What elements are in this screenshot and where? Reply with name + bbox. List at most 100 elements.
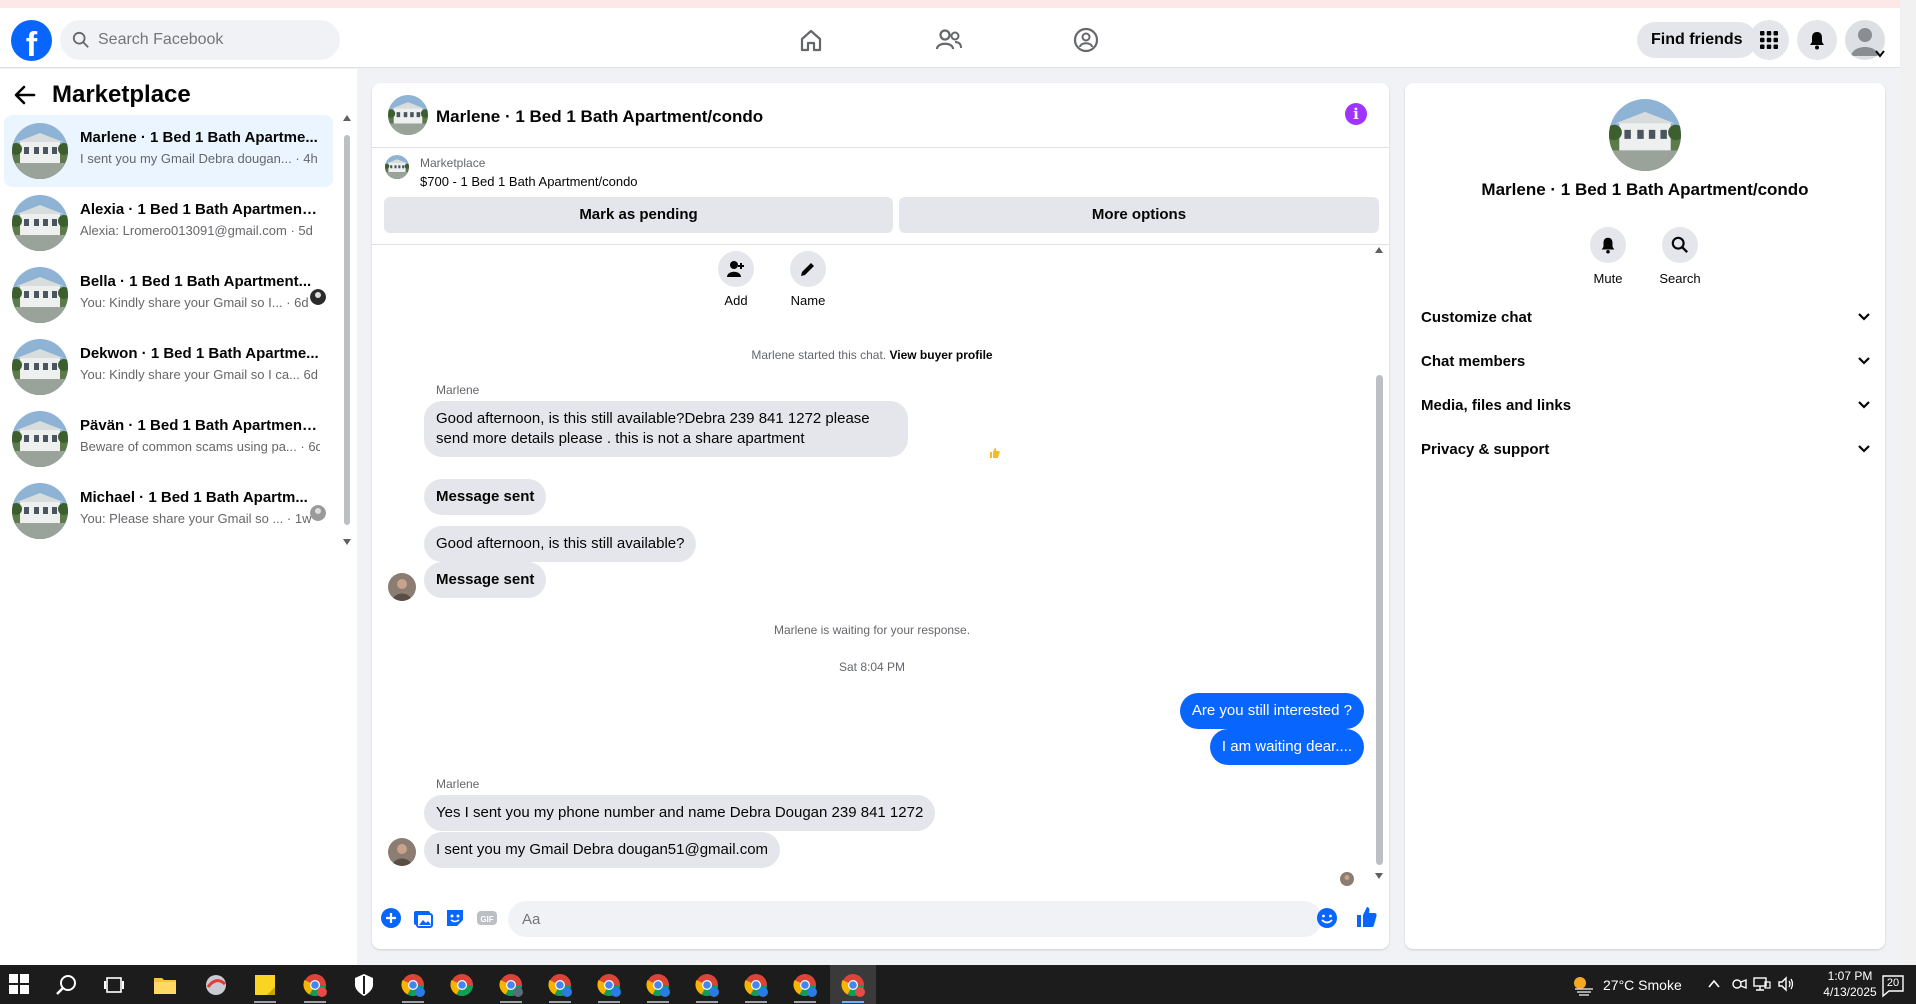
sidebar-scrollbar[interactable] [342, 115, 352, 545]
scroll-down-icon[interactable] [1375, 873, 1383, 879]
scroll-up-icon[interactable] [343, 115, 351, 121]
conversation-time: · 4h [295, 151, 318, 166]
weather-text[interactable]: 27°C Smoke [1603, 965, 1682, 1004]
chrome-profile-icon[interactable] [792, 972, 818, 998]
conversation-item[interactable]: Alexia · 1 Bed 1 Bath Apartment/... Alexi… [4, 187, 333, 259]
chrome-profile-icon[interactable] [694, 972, 720, 998]
add-people-action[interactable]: Add [706, 251, 766, 308]
outgoing-message[interactable]: Are you still interested ? [1179, 693, 1364, 729]
privacy-support-section[interactable]: Privacy & support [1421, 431, 1871, 467]
incoming-message[interactable]: Good afternoon, is this still available? [424, 526, 697, 562]
chat-scrollbar[interactable] [1372, 245, 1386, 881]
name-chat-action[interactable]: Name [778, 251, 838, 308]
conversation-item[interactable]: Michael · 1 Bed 1 Bath Apartm... You: Ple… [4, 475, 333, 547]
listing-detail[interactable]: $700 - 1 Bed 1 Bath Apartment/condo [420, 174, 638, 189]
gif-icon[interactable]: GIF [476, 907, 498, 929]
thumbs-up-icon[interactable] [1355, 905, 1379, 929]
emoji-icon[interactable] [1316, 907, 1338, 929]
conversation-time: · 6d [300, 439, 320, 454]
chrome-active-icon[interactable] [840, 972, 866, 998]
message-input[interactable] [522, 910, 1222, 928]
plus-circle-icon[interactable] [380, 907, 402, 929]
chrome-icon[interactable] [449, 972, 475, 998]
photo-icon[interactable] [412, 907, 434, 929]
mute-action[interactable]: Mute [1573, 227, 1643, 286]
back-arrow-icon[interactable] [14, 84, 36, 106]
add-person-icon [727, 261, 744, 277]
conversation-name: Pävän · 1 Bed 1 Bath Apartment/... [80, 417, 320, 434]
pencil-icon [801, 263, 814, 276]
scroll-down-icon[interactable] [343, 539, 351, 545]
chevron-up-icon[interactable] [1708, 979, 1720, 989]
message-sent-notice[interactable]: Message sent [424, 562, 547, 598]
customize-chat-section[interactable]: Customize chat [1421, 299, 1871, 335]
marlene-avatar[interactable] [388, 573, 416, 601]
notifications-center[interactable]: 20 [1880, 972, 1906, 998]
conversation-item[interactable]: Marlene · 1 Bed 1 Bath Apartme... I sent … [4, 115, 333, 187]
network-icon[interactable] [1753, 976, 1771, 992]
listing-thumbnail[interactable] [388, 95, 428, 135]
menu-button[interactable] [1749, 20, 1789, 60]
home-icon[interactable] [796, 25, 826, 55]
sticker-icon[interactable] [444, 907, 466, 929]
view-buyer-profile-link[interactable]: View buyer profile [889, 348, 992, 362]
chrome-profile-icon[interactable] [400, 972, 426, 998]
marlene-avatar[interactable] [388, 838, 416, 866]
conversation-item[interactable]: Pävän · 1 Bed 1 Bath Apartment/... Beware… [4, 403, 333, 475]
task-view-icon[interactable] [104, 975, 124, 995]
friends-icon[interactable] [934, 25, 964, 55]
chat-header: Marlene · 1 Bed 1 Bath Apartment/condo i [372, 83, 1389, 148]
notifications-button[interactable] [1797, 20, 1837, 60]
system-clock[interactable]: 1:07 PM 4/13/2025 [1820, 968, 1880, 1000]
message-input-box[interactable] [508, 901, 1322, 937]
mark-as-pending-button[interactable]: Mark as pending [384, 197, 893, 233]
search-box[interactable] [60, 20, 340, 60]
security-shield-icon[interactable] [351, 972, 377, 998]
file-explorer-icon[interactable] [152, 972, 178, 998]
chrome-profile-icon[interactable] [596, 972, 622, 998]
facebook-logo[interactable]: f [11, 20, 52, 61]
chat-title[interactable]: Marlene · 1 Bed 1 Bath Apartment/condo [436, 107, 763, 127]
conversation-preview: Alexia: Lromero013091@gmail.com · 5d [80, 223, 313, 238]
bell-icon [1601, 237, 1615, 254]
conversation-item[interactable]: Bella · 1 Bed 1 Bath Apartment... You: Ki… [4, 259, 333, 331]
mute-label: Mute [1593, 271, 1623, 286]
search-input[interactable] [98, 31, 318, 49]
media-files-links-section[interactable]: Media, files and links [1421, 387, 1871, 423]
more-options-button[interactable]: More options [899, 197, 1379, 233]
sticky-notes-icon[interactable] [252, 972, 278, 998]
chat-members-section[interactable]: Chat members [1421, 343, 1871, 379]
page-scrollbar[interactable] [1900, 0, 1916, 965]
chrome-icon[interactable] [302, 972, 328, 998]
meet-now-icon[interactable] [1731, 976, 1747, 992]
app-icon[interactable] [203, 972, 229, 998]
info-icon[interactable]: i [1345, 103, 1367, 125]
incoming-message[interactable]: Yes I sent you my phone number and name … [424, 795, 936, 831]
scroll-up-icon[interactable] [1375, 247, 1383, 253]
thumbs-up-reaction-icon[interactable] [986, 445, 1002, 461]
conversation-name: Alexia · 1 Bed 1 Bath Apartment/... [80, 201, 320, 218]
chrome-profile-icon[interactable] [547, 972, 573, 998]
conversation-preview: You: Kindly share your Gmail so I ca... … [80, 367, 318, 382]
incoming-message[interactable]: Good afternoon, is this still available?… [424, 401, 908, 457]
conversation-time: 6d [303, 367, 318, 382]
sender-name: Marlene [436, 383, 480, 397]
conversation-item[interactable]: Dekwon · 1 Bed 1 Bath Apartme... You: Kin… [4, 331, 333, 403]
grid-menu-icon [1760, 31, 1778, 49]
message-sent-notice[interactable]: Message sent [424, 479, 547, 515]
groups-icon[interactable] [1071, 25, 1101, 55]
search-action[interactable]: Search [1645, 227, 1715, 286]
weather-icon[interactable] [1571, 973, 1595, 997]
find-friends-button[interactable]: Find friends [1637, 22, 1757, 58]
incoming-message[interactable]: I sent you my Gmail Debra dougan51@gmail… [424, 832, 781, 868]
listing-thumbnail [12, 411, 68, 467]
listing-mini-thumbnail[interactable] [385, 155, 409, 179]
details-listing-image[interactable] [1609, 99, 1681, 171]
windows-start-icon[interactable] [9, 974, 29, 994]
search-icon[interactable] [56, 974, 78, 996]
chrome-profile-icon[interactable] [645, 972, 671, 998]
volume-icon[interactable] [1777, 976, 1795, 992]
chrome-profile-icon[interactable] [498, 972, 524, 998]
outgoing-message[interactable]: I am waiting dear.... [1209, 729, 1364, 765]
chrome-profile-icon[interactable] [743, 972, 769, 998]
